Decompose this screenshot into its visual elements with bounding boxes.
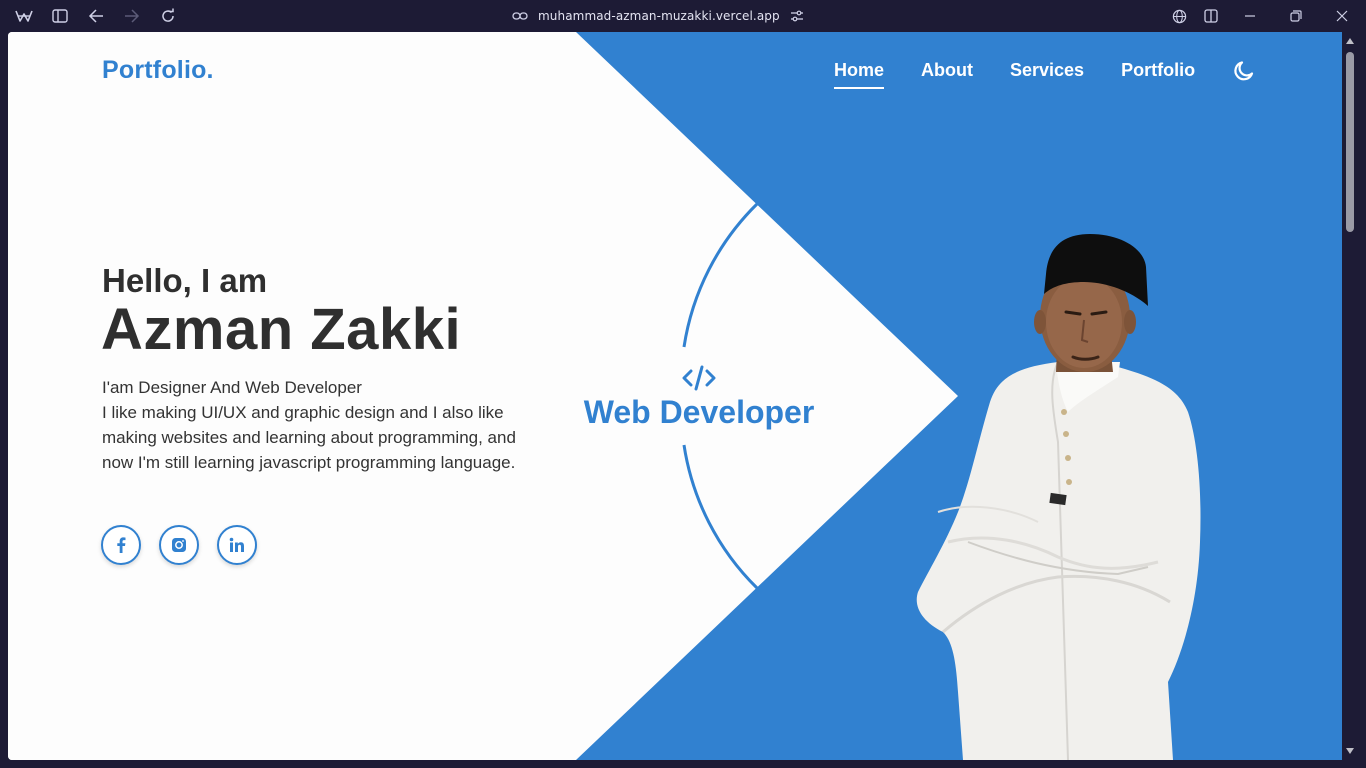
nav-portfolio[interactable]: Portfolio xyxy=(1121,60,1195,89)
hero-desc-line1: I'am Designer And Web Developer xyxy=(102,378,362,397)
profile-photo xyxy=(916,234,1201,760)
globe-icon[interactable] xyxy=(1170,7,1188,25)
browser-logo-icon[interactable] xyxy=(15,7,33,25)
close-window-icon[interactable] xyxy=(1333,7,1351,25)
url-text: muhammad-azman-muzakki.vercel.app xyxy=(538,9,780,23)
link-icon xyxy=(512,12,528,20)
sidebar-toggle-icon[interactable] xyxy=(51,7,69,25)
facebook-link[interactable] xyxy=(101,525,141,565)
split-view-icon[interactable] xyxy=(1202,7,1220,25)
scroll-up-icon[interactable] xyxy=(1346,38,1354,44)
reload-icon[interactable] xyxy=(159,7,177,25)
role-title: Web Developer xyxy=(583,394,815,430)
hero-name: Azman Zakki xyxy=(101,297,462,362)
social-links xyxy=(101,525,257,565)
browser-toolbar: muhammad-azman-muzakki.vercel.app xyxy=(0,0,1366,32)
minimize-icon[interactable] xyxy=(1241,7,1259,25)
site-logo[interactable]: Portfolio. xyxy=(102,56,214,85)
hero-description: I'am Designer And Web Developer I like m… xyxy=(102,375,542,475)
code-icon xyxy=(682,365,716,391)
address-bar[interactable]: muhammad-azman-muzakki.vercel.app xyxy=(512,6,804,26)
site-settings-icon[interactable] xyxy=(790,10,804,22)
role-tag: Web Developer xyxy=(574,364,824,431)
restore-icon[interactable] xyxy=(1287,7,1305,25)
forward-icon[interactable] xyxy=(123,7,141,25)
hero-greeting: Hello, I am xyxy=(102,262,268,299)
back-icon[interactable] xyxy=(87,7,105,25)
page-scrollbar[interactable] xyxy=(1342,32,1358,760)
scroll-down-icon[interactable] xyxy=(1346,748,1354,754)
moon-icon[interactable] xyxy=(1232,59,1256,83)
instagram-icon xyxy=(172,538,186,552)
nav-home[interactable]: Home xyxy=(834,60,885,89)
nav-services[interactable]: Services xyxy=(1010,60,1084,89)
linkedin-link[interactable] xyxy=(217,525,257,565)
instagram-link[interactable] xyxy=(159,525,199,565)
facebook-icon xyxy=(117,537,126,553)
linkedin-icon xyxy=(229,537,244,552)
main-nav: Home About Services Portfolio xyxy=(834,60,1256,89)
scroll-thumb[interactable] xyxy=(1346,52,1354,232)
page-viewport: Portfolio. Home About Services Portfolio… xyxy=(8,32,1342,760)
hero-desc-line2: I like making UI/UX and graphic design a… xyxy=(102,403,516,472)
nav-about[interactable]: About xyxy=(921,60,973,89)
